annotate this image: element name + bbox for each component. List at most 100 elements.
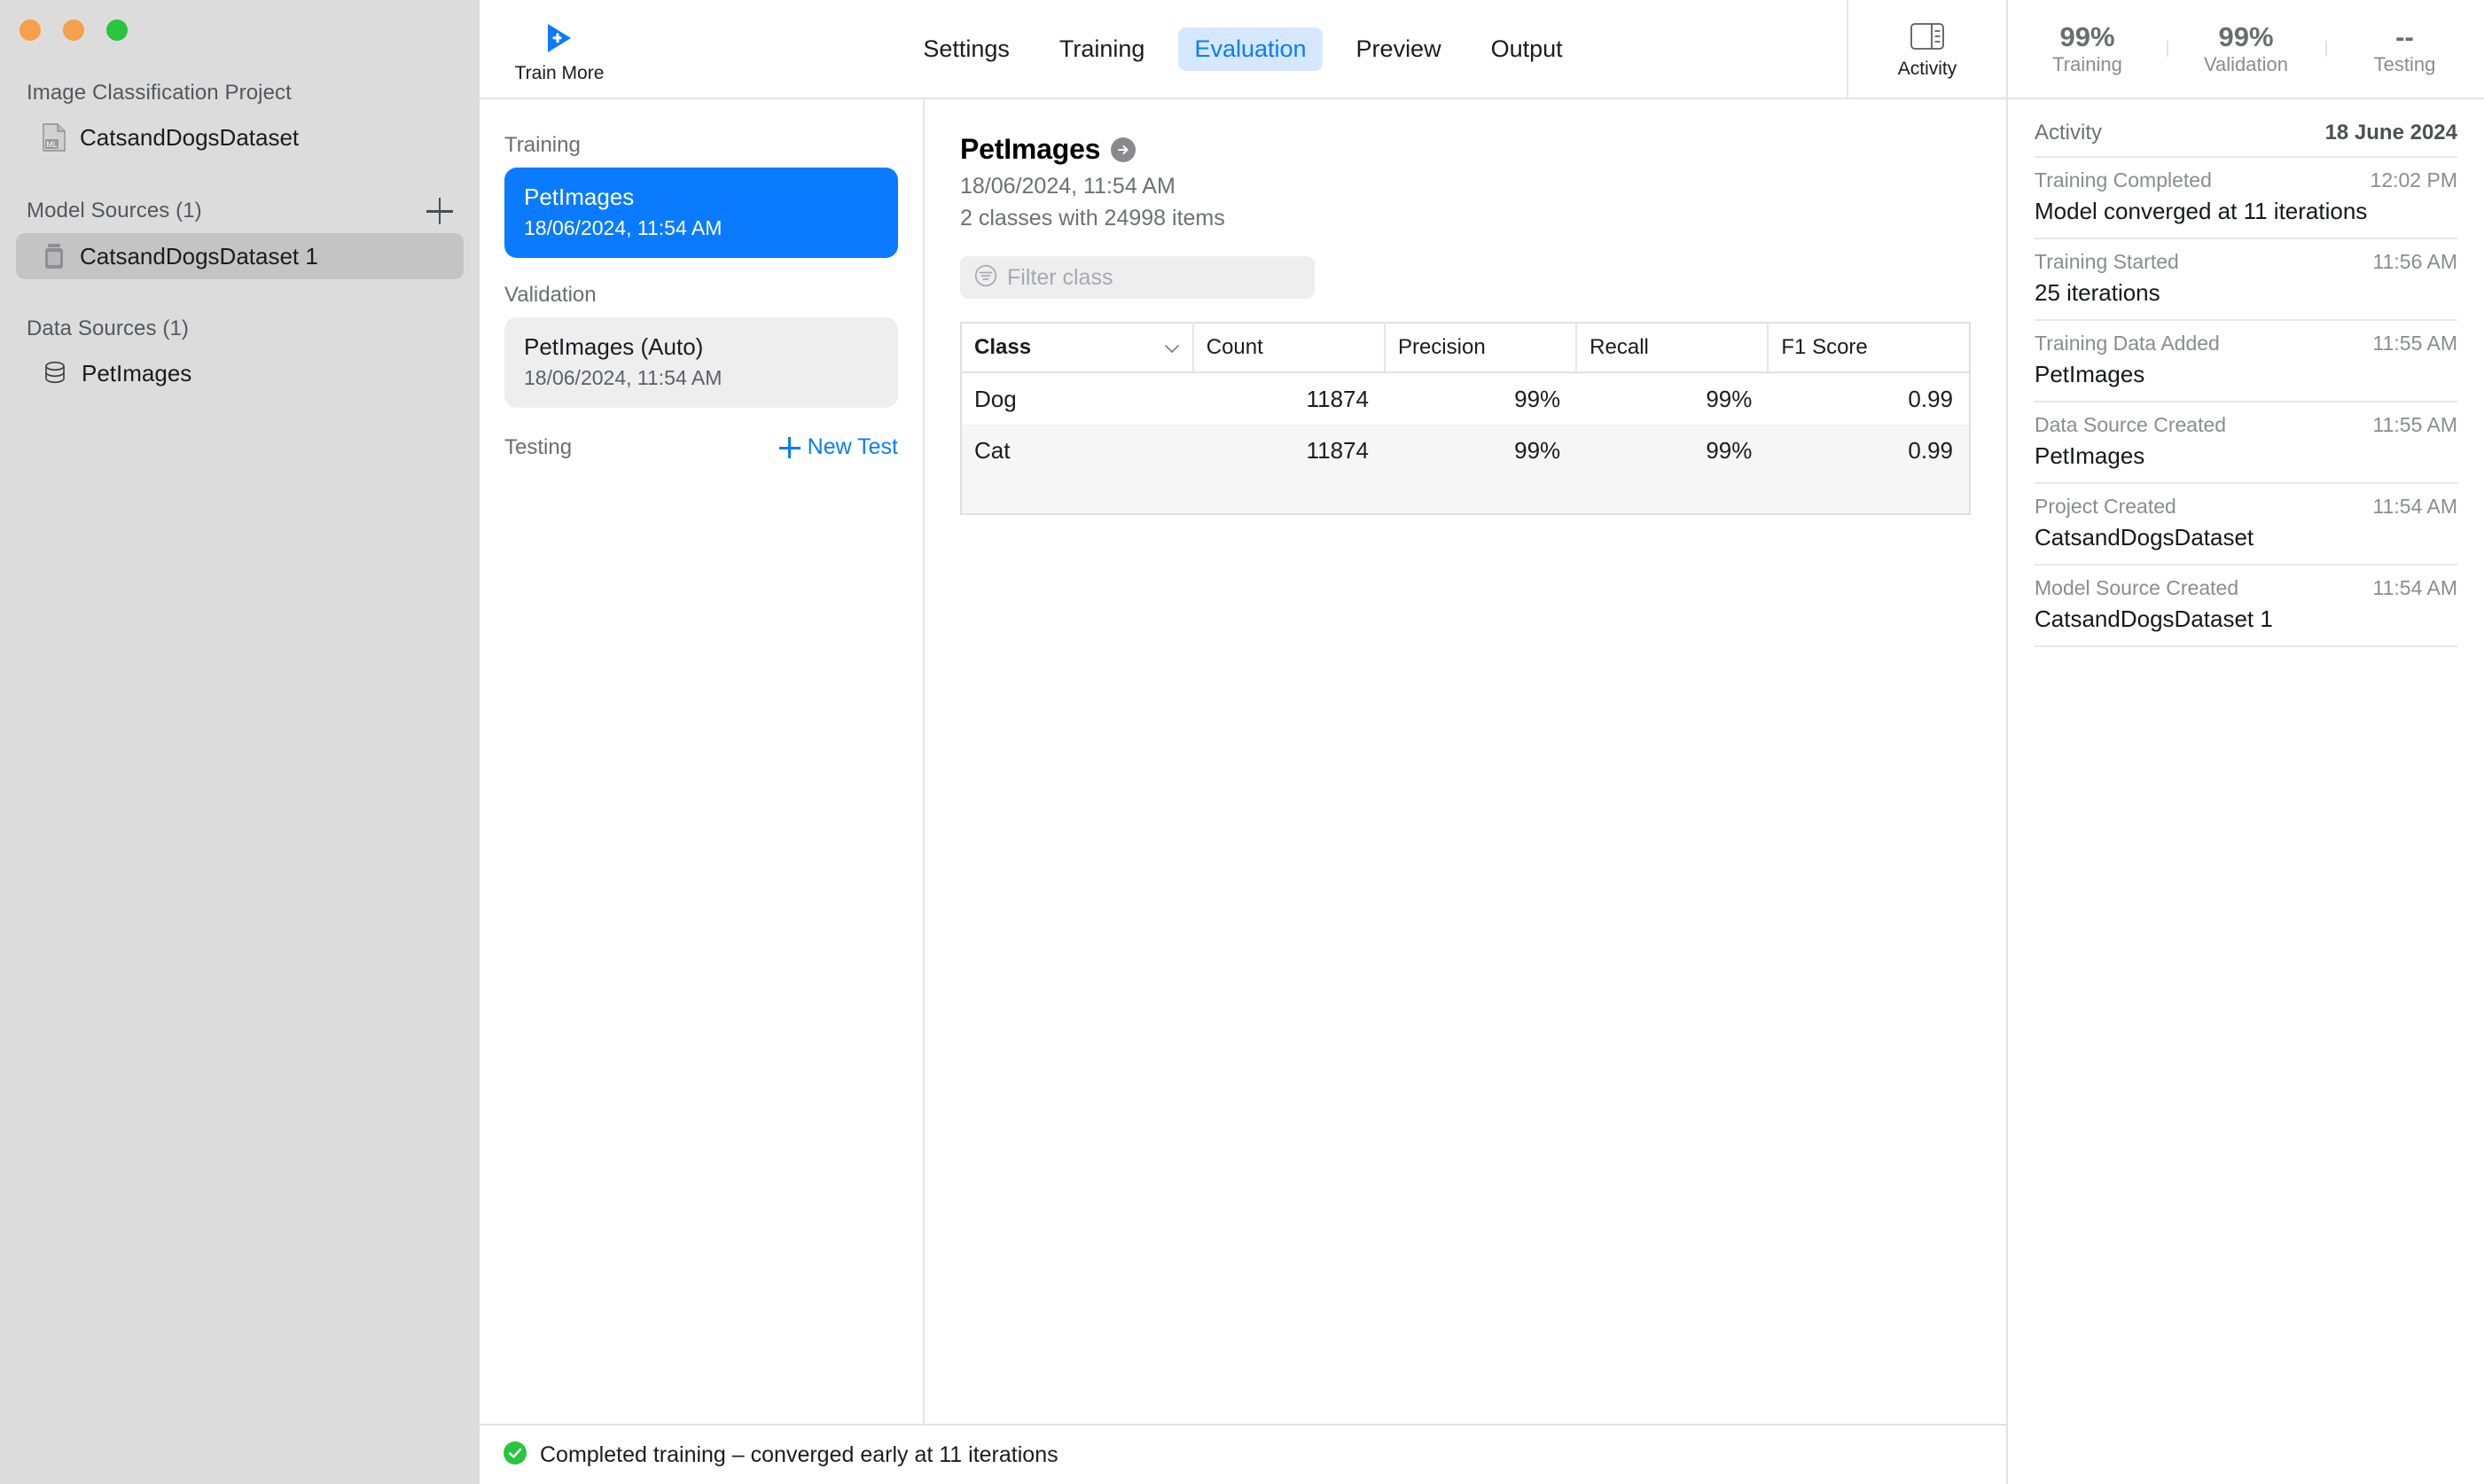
activity-item-title: Training Started [2035, 250, 2179, 274]
left-sidebar: Image Classification Project ML CatsandD… [0, 0, 480, 1484]
content-summary: 2 classes with 24998 items [960, 203, 1971, 235]
activity-item-title: Project Created [2035, 495, 2176, 519]
activity-item[interactable]: Training Started 11:56 AM 25 iterations [2035, 238, 2457, 319]
activity-item-time: 11:56 AM [2373, 250, 2457, 274]
tab-evaluation[interactable]: Evaluation [1178, 27, 1322, 71]
accuracy-training-value: 99% [2008, 21, 2167, 53]
activity-item-title: Model Source Created [2035, 576, 2238, 600]
activity-list-end [2035, 645, 2457, 647]
tab-preview[interactable]: Preview [1340, 27, 1457, 71]
sidebar-item-project-label: CatsandDogsDataset [80, 124, 299, 152]
tab-output[interactable]: Output [1475, 27, 1579, 71]
training-item-name: PetImages [524, 184, 879, 211]
maximize-button[interactable] [106, 20, 128, 41]
cell-f1: 0.99 [1768, 372, 1970, 425]
svg-text:ML: ML [46, 140, 58, 149]
add-model-source-button[interactable] [426, 198, 453, 224]
activity-item[interactable]: Project Created 11:54 AM CatsandDogsData… [2035, 482, 2457, 564]
accuracy-summary: 99% Training 99% Validation -- Testing [2008, 0, 2484, 99]
filter-class-input[interactable]: Filter class [960, 256, 1315, 299]
validation-item-name: PetImages (Auto) [524, 333, 879, 361]
activity-item[interactable]: Model Source Created 11:54 AM CatsandDog… [2035, 564, 2457, 645]
activity-item-top: Data Source Created 11:55 AM [2035, 413, 2457, 437]
activity-item-top: Training Started 11:56 AM [2035, 250, 2457, 274]
activity-item-detail: PetImages [2035, 361, 2457, 388]
training-item-date: 18/06/2024, 11:54 AM [524, 216, 879, 240]
column-header-class[interactable]: Class [961, 323, 1193, 372]
app-window: Image Classification Project ML CatsandD… [0, 0, 2484, 1484]
activity-item-detail: PetImages [2035, 442, 2457, 470]
column-header-count[interactable]: Count [1193, 323, 1385, 372]
sidebar-item-model-source-label: CatsandDogsDataset 1 [80, 243, 318, 270]
accuracy-validation: 99% Validation [2167, 21, 2325, 77]
activity-item-top: Training Data Added 11:55 AM [2035, 332, 2457, 355]
new-test-label: New Test [808, 434, 898, 460]
activity-item[interactable]: Data Source Created 11:55 AM PetImages [2035, 401, 2457, 482]
sidebar-toggle-icon [1910, 23, 1944, 54]
status-text: Completed training – converged early at … [540, 1442, 1058, 1468]
cell-class: Dog [961, 372, 1193, 425]
sidebar-item-data-source-label: PetImages [82, 360, 191, 387]
activity-item-detail: Model converged at 11 iterations [2035, 198, 2457, 225]
accuracy-testing: -- Testing [2325, 21, 2484, 77]
tab-training[interactable]: Training [1043, 27, 1161, 71]
model-sources-header: Model Sources (1) [0, 198, 480, 224]
accuracy-training: 99% Training [2008, 21, 2167, 77]
arrow-right-circle-icon[interactable] [1111, 137, 1136, 162]
activity-item[interactable]: Training Data Added 11:55 AM PetImages [2035, 319, 2457, 401]
activity-panel: 99% Training 99% Validation -- Testing A… [2006, 0, 2484, 1484]
column-header-f1[interactable]: F1 Score [1768, 323, 1970, 372]
activity-item-title: Data Source Created [2035, 413, 2226, 437]
sidebar-item-data-source[interactable]: PetImages [16, 350, 464, 396]
cell-precision: 99% [1385, 425, 1576, 477]
table-row[interactable]: Cat 11874 99% 99% 0.99 [961, 425, 1970, 477]
accuracy-testing-label: Testing [2325, 53, 2484, 76]
table-filler-cell [961, 477, 1970, 514]
activity-list: Activity 18 June 2024 Training Completed… [2008, 99, 2484, 647]
table-filler-row [961, 477, 1970, 514]
column-header-class-label: Class [974, 335, 1031, 359]
new-test-button[interactable]: New Test [779, 434, 898, 460]
validation-item-date: 18/06/2024, 11:54 AM [524, 366, 879, 390]
cell-count: 11874 [1193, 425, 1385, 477]
activity-date: 18 June 2024 [2325, 121, 2457, 145]
testing-section-header: Testing New Test [504, 434, 898, 460]
sidebar-item-project[interactable]: ML CatsandDogsDataset [16, 114, 464, 160]
train-more-button[interactable]: Train More [480, 0, 639, 98]
project-section-title: Image Classification Project [0, 81, 480, 105]
activity-label: Activity [1898, 59, 1957, 80]
filter-circle-icon [974, 264, 997, 292]
accuracy-training-label: Training [2008, 53, 2167, 76]
training-item[interactable]: PetImages 18/06/2024, 11:54 AM [504, 168, 898, 258]
accuracy-validation-label: Validation [2167, 53, 2325, 76]
accuracy-validation-value: 99% [2167, 21, 2325, 53]
activity-item-title: Training Completed [2035, 168, 2212, 192]
cell-count: 11874 [1193, 372, 1385, 425]
content-title-row: PetImages [960, 133, 1971, 166]
sidebar-item-model-source[interactable]: CatsandDogsDataset 1 [16, 233, 464, 279]
close-button[interactable] [20, 20, 41, 41]
minimize-button[interactable] [63, 20, 84, 41]
activity-item[interactable]: Training Completed 12:02 PM Model conver… [2035, 156, 2457, 238]
cell-recall: 99% [1576, 425, 1768, 477]
validation-item[interactable]: PetImages (Auto) 18/06/2024, 11:54 AM [504, 317, 898, 408]
activity-toggle-button[interactable]: Activity [1847, 0, 2006, 98]
database-icon [43, 360, 67, 387]
table-row[interactable]: Dog 11874 99% 99% 0.99 [961, 372, 1970, 425]
column-header-precision[interactable]: Precision [1385, 323, 1576, 372]
filter-class-placeholder: Filter class [1007, 265, 1113, 291]
chevron-down-icon [1164, 335, 1180, 360]
training-section-title: Training [504, 133, 898, 158]
dataset-list-pane: Training PetImages 18/06/2024, 11:54 AM … [480, 99, 925, 1424]
activity-item-detail: 25 iterations [2035, 279, 2457, 307]
check-circle-icon [503, 1441, 527, 1470]
column-header-recall[interactable]: Recall [1576, 323, 1768, 372]
cell-class: Cat [961, 425, 1193, 477]
train-more-label: Train More [515, 63, 605, 84]
cell-precision: 99% [1385, 372, 1576, 425]
tab-settings[interactable]: Settings [907, 27, 1026, 71]
accuracy-testing-value: -- [2325, 21, 2484, 53]
activity-item-time: 12:02 PM [2371, 168, 2457, 192]
main-column: Train More Settings Training Evaluation … [480, 0, 2006, 1484]
tab-bar: Settings Training Evaluation Preview Out… [639, 0, 1847, 98]
